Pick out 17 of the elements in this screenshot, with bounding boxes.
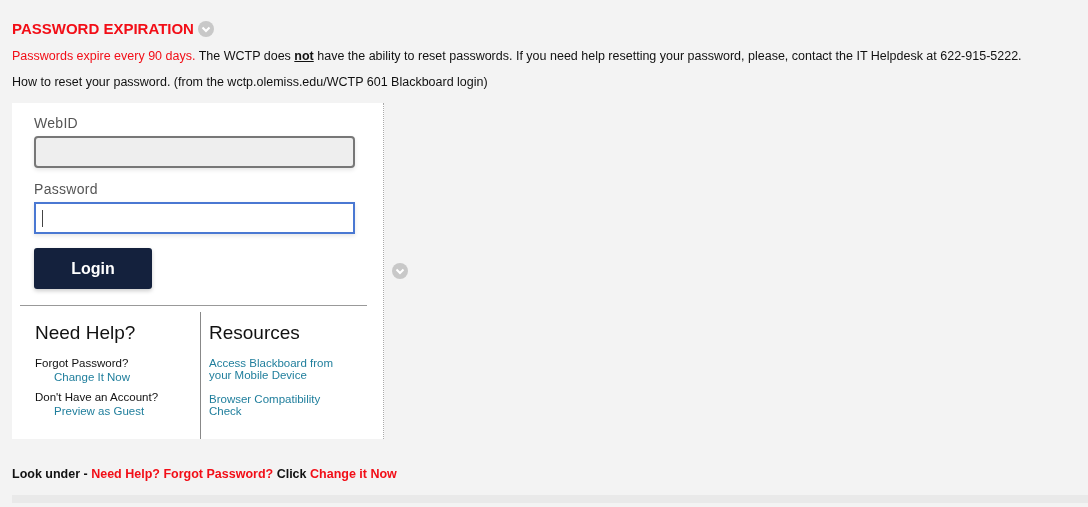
instruction-text: How to reset your password. (from the wctp.olemiss.edu/WCTP 601 Blackboard login) xyxy=(12,75,489,89)
help-question: Don't Have an Account? xyxy=(35,391,160,403)
section-title: PASSWORD EXPIRATION xyxy=(12,20,194,37)
resource-link[interactable]: Browser Compatibility Check xyxy=(209,393,344,417)
notice-text: Passwords expire every 90 days. The WCTP does not have the ability to reset passwords. If you need help resetting your password, please, contact the IT Helpdesk at 622-915-5222. xyxy=(12,49,1023,63)
field-label: Password xyxy=(34,181,99,197)
input-field[interactable] xyxy=(34,202,355,234)
resources-heading: Resources xyxy=(209,322,301,344)
instruction-text: Look under - Need Help? Forgot Password? Click Change it Now xyxy=(12,467,398,481)
help-question: Forgot Password? xyxy=(35,357,130,369)
help-link[interactable]: Preview as Guest xyxy=(35,405,200,417)
help-link[interactable]: Change It Now xyxy=(35,371,200,383)
field-label: WebID xyxy=(34,115,80,131)
login-button[interactable]: Login xyxy=(34,248,152,289)
resource-link[interactable]: Access Blackboard from your Mobile Device xyxy=(209,357,344,381)
input-field[interactable] xyxy=(34,136,355,168)
help-heading: Need Help? xyxy=(35,322,137,344)
